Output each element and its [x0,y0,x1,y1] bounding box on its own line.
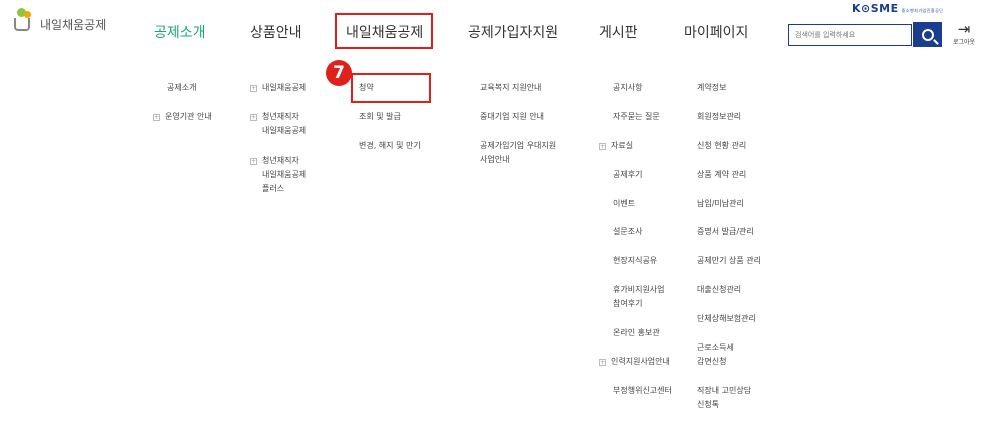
menu-item-youth[interactable]: + 청년재직자 내일채움공제 [250,110,306,138]
submenu-highlight-box [351,73,431,103]
nav-item-board[interactable]: 게시판 [599,22,638,42]
menu-item-reviews[interactable]: 공제후기 [613,168,642,182]
menu-item-welfare[interactable]: 교육복지 지원안내 [480,81,541,95]
menu-item-vacation[interactable]: 휴가비지원사업 참여후기 [613,283,665,311]
logout-label: 로그아웃 [952,39,976,46]
nav-item-mypage[interactable]: 마이페이지 [684,22,748,42]
logout-icon: ⇥ [957,20,971,38]
kosme-logo: K⊙SME 중소벤처기업진흥공단 [852,2,943,15]
menu-item-tax[interactable]: 근로소득세 감면신청 [697,341,734,369]
menu-item-contract-info[interactable]: 계약정보 [697,81,726,95]
expand-icon: + [599,359,606,366]
menu-item-resources-label: 자료실 [611,141,634,150]
step-badge: 7 [326,60,352,86]
kosme-logo-text: K⊙SME [852,2,899,15]
nav-item-products[interactable]: 상품안내 [250,22,302,42]
menu-item-knowledge[interactable]: 현장지식공유 [613,254,657,268]
menu-item-naeil-label: 내일채움공제 [262,83,307,92]
menu-item-loan[interactable]: 대출신청관리 [697,283,741,297]
expand-icon: + [250,114,257,121]
menu-item-youth-plus[interactable]: + 청년재직자 내일채움공제 플러스 [250,154,306,196]
menu-item-notice[interactable]: 공지사항 [613,81,642,95]
menu-item-certificate[interactable]: 증명서 발급/관리 [697,225,754,239]
logo[interactable]: 내일채움공제 [12,8,106,34]
search-icon [921,28,934,41]
menu-item-event[interactable]: 이벤트 [613,197,635,211]
menu-item-change[interactable]: 변경, 해지 및 만기 [359,139,421,153]
menu-item-report[interactable]: 부정행위신고센터 [613,384,672,398]
logout-button[interactable]: ⇥ 로그아웃 [950,20,978,47]
expand-icon: + [599,143,606,150]
menu-item-inquiry[interactable]: 조회 및 발급 [359,110,401,124]
menu-item-survey[interactable]: 설문조사 [613,225,642,239]
menu-item-operator-label: 운영기관 안내 [165,112,212,121]
menu-item-preferential[interactable]: 공제가입기업 우대지원 사업안내 [480,139,556,167]
expand-icon: + [153,114,160,121]
expand-icon: + [250,85,257,92]
menu-item-maturity[interactable]: 공제만기 상품 관리 [697,254,761,268]
menu-item-youth-plus-label: 청년재직자 내일채움공제 플러스 [262,156,307,193]
menu-item-insurance[interactable]: 단체상해보험관리 [697,312,756,326]
menu-item-operator[interactable]: + 운영기관 안내 [153,110,212,124]
expand-icon: + [250,158,257,165]
menu-item-youth-label: 청년재직자 내일채움공제 [262,112,307,135]
menu-item-member-info[interactable]: 회원정보관리 [697,110,741,124]
menu-item-intro[interactable]: 공제소개 [167,81,196,95]
menu-item-workforce-label: 인력지원사업안내 [611,357,670,366]
nav-highlight-box [335,13,433,49]
search-input[interactable] [788,24,912,46]
menu-item-naeil[interactable]: + 내일채움공제 [250,81,306,95]
menu-item-product-contract[interactable]: 상품 계약 관리 [697,168,746,182]
search-button[interactable] [913,22,942,47]
menu-item-promo[interactable]: 온라인 홍보관 [613,326,660,340]
menu-item-application-status[interactable]: 신청 현황 관리 [697,139,746,153]
nav-item-intro[interactable]: 공제소개 [154,22,206,42]
kosme-logo-subtext: 중소벤처기업진흥공단 [901,8,944,13]
menu-item-workforce[interactable]: + 인력지원사업안내 [599,355,670,369]
nav-item-member-support[interactable]: 공제가입자지원 [468,22,558,42]
logo-icon [12,8,34,34]
menu-item-payment[interactable]: 납입/미납관리 [697,197,744,211]
menu-item-faq[interactable]: 자주묻는 질문 [613,110,660,124]
menu-item-counsel[interactable]: 직장내 고민상담 신청톡 [697,384,751,412]
menu-item-resources[interactable]: + 자료실 [599,139,633,153]
menu-item-corp-support[interactable]: 중대기업 지원 안내 [480,110,544,124]
logo-text: 내일채움공제 [40,17,107,32]
